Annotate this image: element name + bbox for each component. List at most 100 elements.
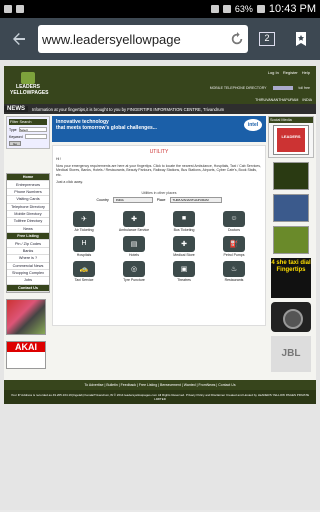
utility-label: Medical Store	[173, 252, 195, 257]
place-select[interactable]: THIRUVANANTHAPURAM	[169, 196, 222, 203]
type-select[interactable]: Select	[18, 127, 47, 132]
menu-item[interactable]: News	[7, 226, 49, 233]
news-text: Information at your fingertips,it is bro…	[32, 106, 225, 112]
footer-links[interactable]: To Advertise | Bulletin | Feedback | Fre…	[4, 380, 316, 390]
top-links: Log In Register Help	[268, 70, 310, 75]
menu-item[interactable]: Tollfree Directory	[7, 218, 49, 226]
utility-label: Air Ticketing	[74, 227, 94, 232]
utility-label: Hospitals	[76, 252, 92, 257]
help-link[interactable]: Help	[302, 70, 310, 75]
filter-search: Filter Search Type Select Keyword Go	[6, 116, 50, 149]
left-menu: Home Entrepreneurs Phone Numbers Visiting C…	[6, 173, 50, 293]
menu-item[interactable]: Telephone Directory	[7, 204, 49, 211]
side-banner-1[interactable]	[273, 162, 309, 190]
utility-label: Doctors	[227, 227, 241, 232]
saree-ad-image[interactable]	[6, 299, 46, 335]
side-banner-2[interactable]	[273, 194, 309, 222]
utility-icon: 🚕	[73, 260, 95, 277]
utility-item[interactable]: ◎ Tyre Puncture	[112, 260, 156, 282]
utility-item[interactable]: ✚ Ambulance Service	[112, 210, 156, 232]
utility-label: Taxi Service	[74, 277, 94, 282]
url-bar[interactable]: www.leadersyellowpage	[38, 25, 248, 53]
utility-item[interactable]: 🚕 Taxi Service	[62, 260, 106, 282]
bookmark-button[interactable]	[286, 24, 316, 54]
battery-percent: 63%	[234, 4, 253, 14]
menu-item[interactable]: Entrepreneurs	[7, 181, 49, 189]
utility-label: Tyre Puncture	[123, 277, 145, 282]
utility-icon: ◎	[123, 260, 145, 277]
menu-item[interactable]: Visiting Cards	[7, 196, 49, 204]
menu-item[interactable]: Contact Us	[7, 284, 49, 292]
menu-item[interactable]: Shopping Complex	[7, 270, 49, 278]
utility-item[interactable]: ▤ Hotels	[112, 235, 156, 257]
clock: 10:43 PM	[268, 3, 316, 15]
intel-logo: intel	[244, 119, 262, 131]
login-link[interactable]: Log In	[268, 70, 279, 75]
signal-icon	[222, 5, 231, 13]
utility-label: Theatres	[177, 277, 191, 282]
utility-label: Petrol Pumps	[223, 252, 245, 257]
utility-item[interactable]: ▣ Theatres	[162, 260, 206, 282]
go-button[interactable]: Go	[9, 141, 21, 146]
intel-banner[interactable]: Innovative technology that meets tomorro…	[52, 116, 266, 142]
utility-description: Now your emergency requirements are here…	[56, 163, 261, 178]
utility-icon: ⛽	[223, 235, 245, 252]
intel-line-2: that meets tomorrow's global challenges.…	[56, 125, 157, 131]
keyword-label: Keyword	[9, 134, 23, 139]
location-bar: THIRUVANANTHAPURAM INDIA	[192, 98, 312, 104]
browser-toolbar: www.leadersyellowpage 2	[0, 18, 320, 60]
register-link[interactable]: Register	[283, 70, 298, 75]
menu-item[interactable]: Pin / Zip Codes	[7, 240, 49, 248]
menu-item[interactable]: Mobile Directory	[7, 211, 49, 219]
jbl-ad[interactable]: JBL	[271, 336, 311, 372]
reload-icon[interactable]	[230, 32, 244, 46]
utility-icon: ▣	[173, 260, 195, 277]
keyword-input[interactable]	[24, 134, 47, 139]
left-column: Filter Search Type Select Keyword Go Hom…	[6, 116, 50, 372]
menu-item[interactable]: Where is ?	[7, 255, 49, 263]
akai-logo: AKAI	[7, 342, 45, 352]
notification-icon	[4, 5, 12, 13]
akai-ad[interactable]: AKAI	[6, 341, 46, 369]
filter-title: Filter Search	[9, 119, 47, 125]
utility-item[interactable]: ☺ Doctors	[212, 210, 256, 232]
site-logo[interactable]: LEADERS YELLOWPAGES	[10, 72, 49, 100]
menu-item[interactable]: Jobs	[7, 277, 49, 285]
utility-item[interactable]: ✚ Medical Store	[162, 235, 206, 257]
utility-item[interactable]: ■ Bus Ticketing	[162, 210, 206, 232]
utility-greeting: Hi !	[56, 157, 62, 161]
utility-item[interactable]: ✈ Air Ticketing	[62, 210, 106, 232]
main-column: Innovative technology that meets tomorro…	[52, 116, 266, 372]
utility-item[interactable]: ♨ Restaurants	[212, 260, 256, 282]
menu-item[interactable]: Commercial News	[7, 263, 49, 270]
utility-heading: UTILITY	[149, 149, 169, 155]
camera-ad[interactable]	[271, 302, 311, 332]
tab-count: 2	[259, 32, 275, 46]
back-button[interactable]	[4, 24, 34, 54]
site-wrapper: LEADERS YELLOWPAGES Log In Register Help…	[4, 66, 316, 405]
utility-icon: ✚	[173, 235, 195, 252]
mobile-directory-link[interactable]: MOBILE TELEPHONE DIRECTORY	[210, 86, 267, 90]
side-banner-3[interactable]	[273, 226, 309, 254]
toll-free-link[interactable]: toll free	[299, 86, 310, 90]
country-name: INDIA	[302, 98, 312, 102]
utility-item[interactable]: ⛽ Petrol Pumps	[212, 235, 256, 257]
utility-tagline: Just a click away.	[56, 179, 83, 184]
wifi-icon	[210, 5, 219, 13]
tabs-button[interactable]: 2	[252, 24, 282, 54]
country-select[interactable]: INDIA	[112, 196, 153, 203]
menu-item[interactable]: Phone Numbers	[7, 189, 49, 197]
utility-icon: ☺	[223, 210, 245, 227]
menu-item[interactable]: Free Listing	[7, 233, 49, 241]
she-taxi-ad[interactable]: 4 she taxi dial Fingertips	[271, 258, 311, 298]
menu-item[interactable]: Banks	[7, 248, 49, 256]
social-media-box: Social Media LEADERS	[268, 116, 314, 158]
utility-label: Ambulance Service	[118, 227, 150, 232]
leaders-badge[interactable]: LEADERS	[273, 125, 309, 155]
utility-grid: ✈ Air Ticketing ✚ Ambulance Service ■ Bus Tic…	[56, 210, 262, 282]
utility-item[interactable]: H Hospitals	[62, 235, 106, 257]
other-places-label: Utilities in other places	[141, 190, 177, 195]
utility-icon: ■	[173, 210, 195, 227]
menu-item[interactable]: Home	[7, 174, 49, 182]
utility-icon: ✚	[123, 210, 145, 227]
